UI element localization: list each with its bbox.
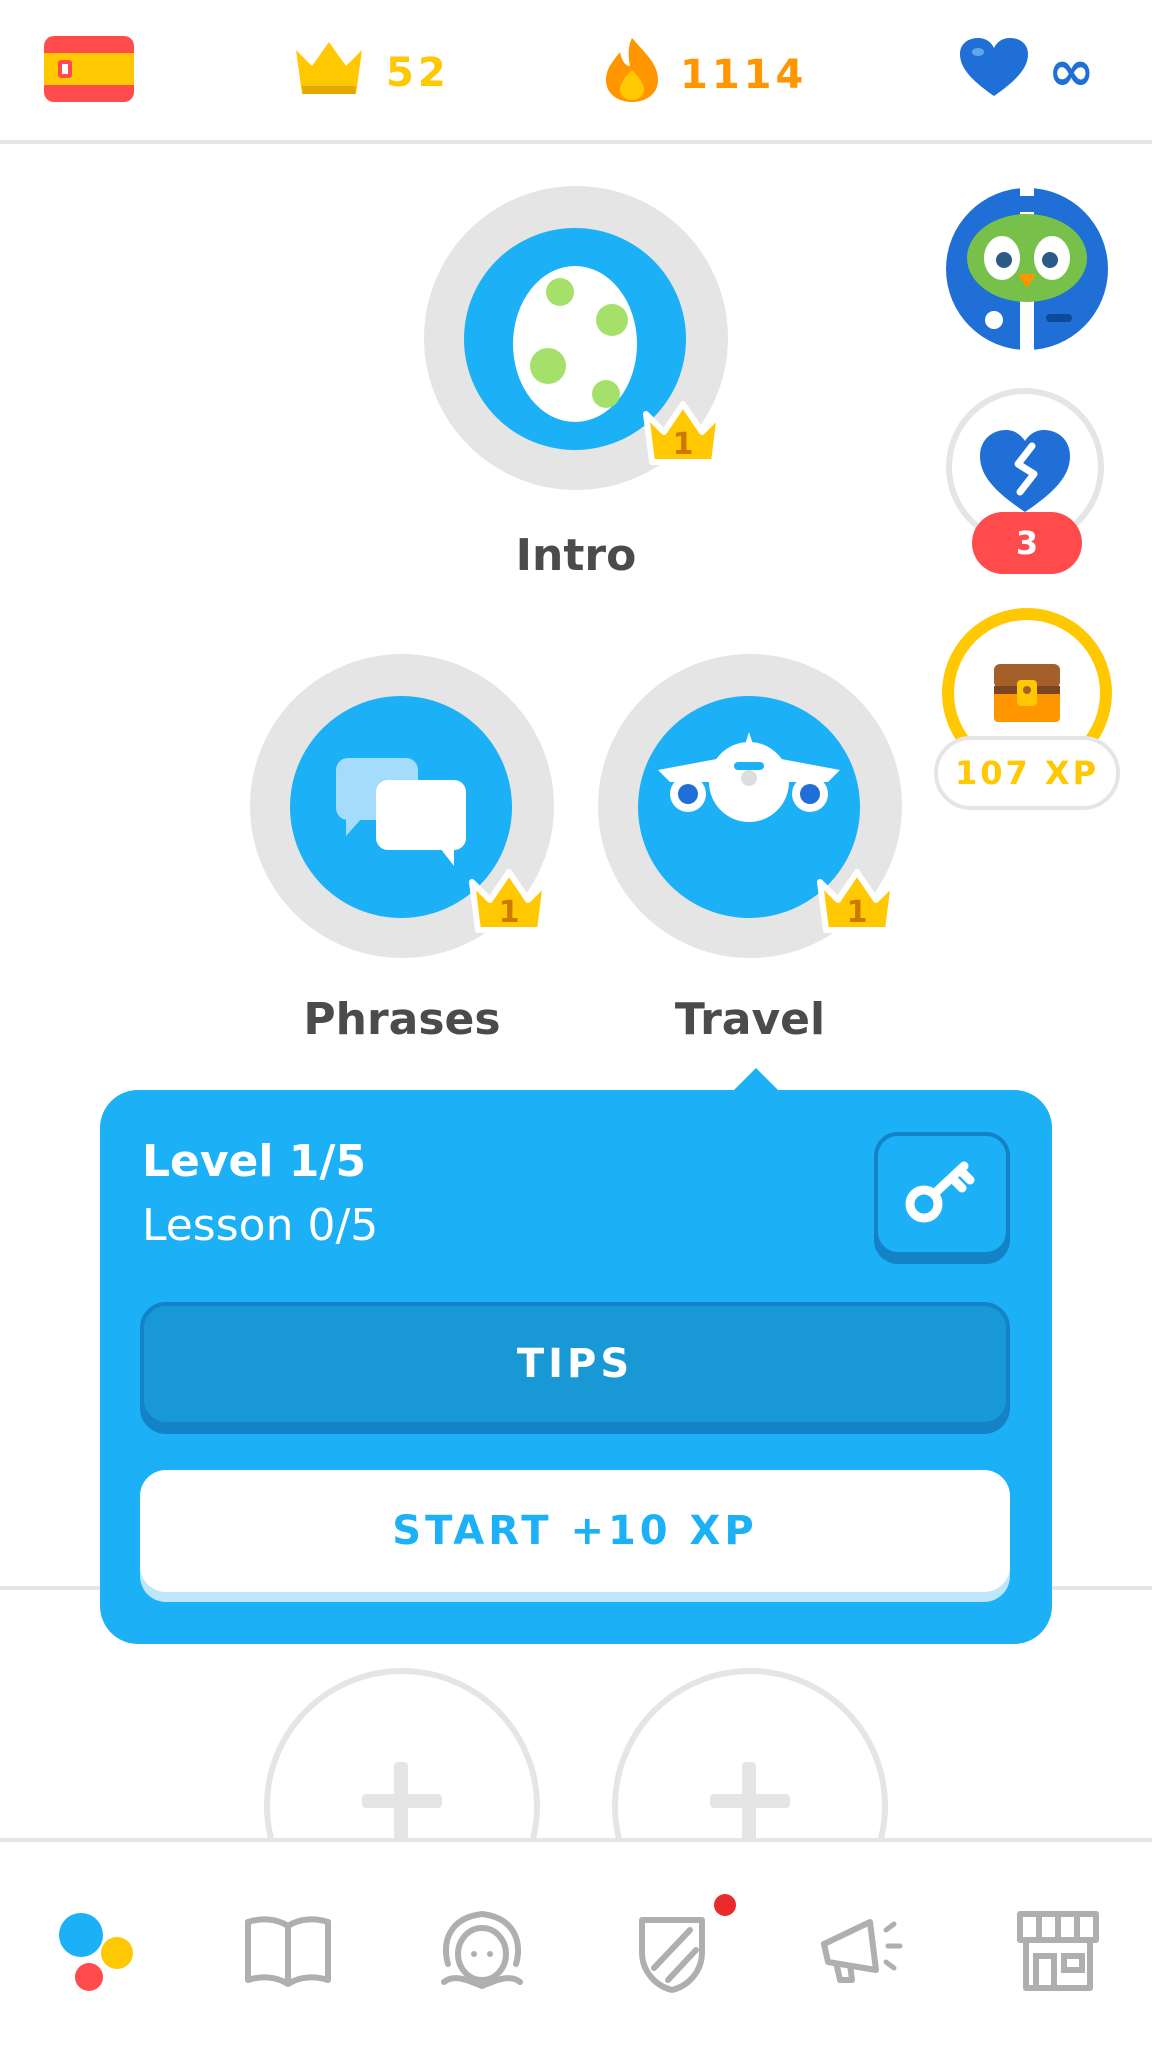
crowns-count: 52 <box>386 50 450 96</box>
nav-learn-tab[interactable] <box>46 1900 146 2000</box>
owl-avatar[interactable] <box>946 188 1108 350</box>
streak-count: 1114 <box>680 52 808 98</box>
travel-skill-label: Travel <box>674 994 826 1045</box>
test-out-key-button[interactable] <box>874 1132 1010 1256</box>
chest-xp-label: 107 XP <box>934 736 1120 810</box>
heart-icon <box>958 36 1030 108</box>
phrases-skill-label: Phrases <box>303 994 501 1045</box>
shield-icon <box>639 1917 705 1993</box>
intro-crown-badge: 1 <box>640 398 726 468</box>
nav-leagues-tab[interactable] <box>622 1900 722 2000</box>
crowns-stat[interactable]: 52 <box>290 36 450 110</box>
crown-icon <box>290 36 368 110</box>
owl-icon <box>967 188 1087 350</box>
hearts-stat[interactable]: ∞ <box>958 36 1095 108</box>
phrases-crown-badge: 1 <box>466 866 552 936</box>
svg-text:1: 1 <box>847 895 868 930</box>
popup-pointer <box>732 1068 780 1092</box>
book-icon <box>245 1916 331 1987</box>
nav-news-tab[interactable] <box>812 1900 912 2000</box>
key-icon <box>905 1161 975 1223</box>
hearts-count: ∞ <box>1048 39 1095 104</box>
bottom-navigation <box>0 1838 1152 2052</box>
notification-dot <box>714 1894 736 1916</box>
health-count-badge: 3 <box>972 512 1082 574</box>
tips-button[interactable]: TIPS <box>140 1302 1010 1426</box>
nav-shop-tab[interactable] <box>1008 1900 1108 2000</box>
streak-stat[interactable]: 1114 <box>602 36 807 114</box>
learn-icon <box>59 1913 133 1991</box>
travel-crown-badge: 1 <box>814 866 900 936</box>
shop-icon <box>1017 1911 1099 1991</box>
svg-text:1: 1 <box>673 427 694 462</box>
svg-text:1: 1 <box>499 895 520 930</box>
fire-icon <box>602 36 662 114</box>
spanish-flag-icon[interactable] <box>44 36 134 102</box>
popup-lesson-progress: Lesson 0/5 <box>142 1200 379 1251</box>
profile-icon <box>441 1910 523 1990</box>
intro-skill-label: Intro <box>515 530 637 581</box>
popup-level-title: Level 1/5 <box>142 1136 367 1187</box>
nav-stories-tab[interactable] <box>238 1900 338 2000</box>
start-lesson-button[interactable]: START +10 XP <box>140 1470 1010 1592</box>
megaphone-icon <box>821 1919 903 1983</box>
nav-profile-tab[interactable] <box>432 1900 532 2000</box>
